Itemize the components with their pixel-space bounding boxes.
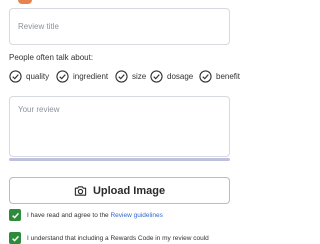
guidelines-prefix: I have read and agree to the [27,211,111,219]
circle-check-icon [199,69,212,83]
topic-chip-ingredient[interactable]: ingredient [56,69,108,83]
camera-icon [74,185,87,196]
topic-chip-quality[interactable]: quality [9,69,49,83]
review-length-meter-fill [9,158,230,161]
talk-about-prompt: People often talk about: [9,53,94,62]
guidelines-checkbox[interactable] [9,209,21,221]
circle-check-icon [150,69,163,83]
review-guidelines-link[interactable]: Review guidelines [110,212,162,219]
rewards-agreement-row: I understand that including a Rewards Co… [9,232,209,244]
upload-image-button[interactable]: Upload Image [9,177,230,204]
review-body-input[interactable] [9,96,230,157]
topic-chip-size[interactable]: size [115,69,146,83]
check-icon [11,235,19,242]
upload-image-label: Upload Image [92,184,166,197]
topic-chips: quality ingredient size dosage benefit [9,69,249,83]
product-image-edge [18,0,32,4]
topic-chip-dosage[interactable]: dosage [150,69,193,83]
topic-chip-label: benefit [216,71,241,81]
topic-chip-label: quality [26,71,50,81]
circle-check-icon [115,69,128,83]
guidelines-agreement-row: I have read and agree to the Review guid… [9,209,163,221]
review-length-meter [9,158,230,161]
guidelines-text: I have read and agree to the Review guid… [27,212,163,219]
topic-chip-label: size [132,71,147,81]
topic-chip-benefit[interactable]: benefit [199,69,240,83]
rewards-text: I understand that including a Rewards Co… [27,234,209,242]
circle-check-icon [56,69,69,83]
check-icon [11,212,19,219]
topic-chip-label: ingredient [73,71,109,81]
circle-check-icon [9,69,22,83]
rewards-checkbox[interactable] [9,232,21,244]
review-title-input[interactable] [9,8,230,45]
topic-chip-label: dosage [167,71,194,81]
